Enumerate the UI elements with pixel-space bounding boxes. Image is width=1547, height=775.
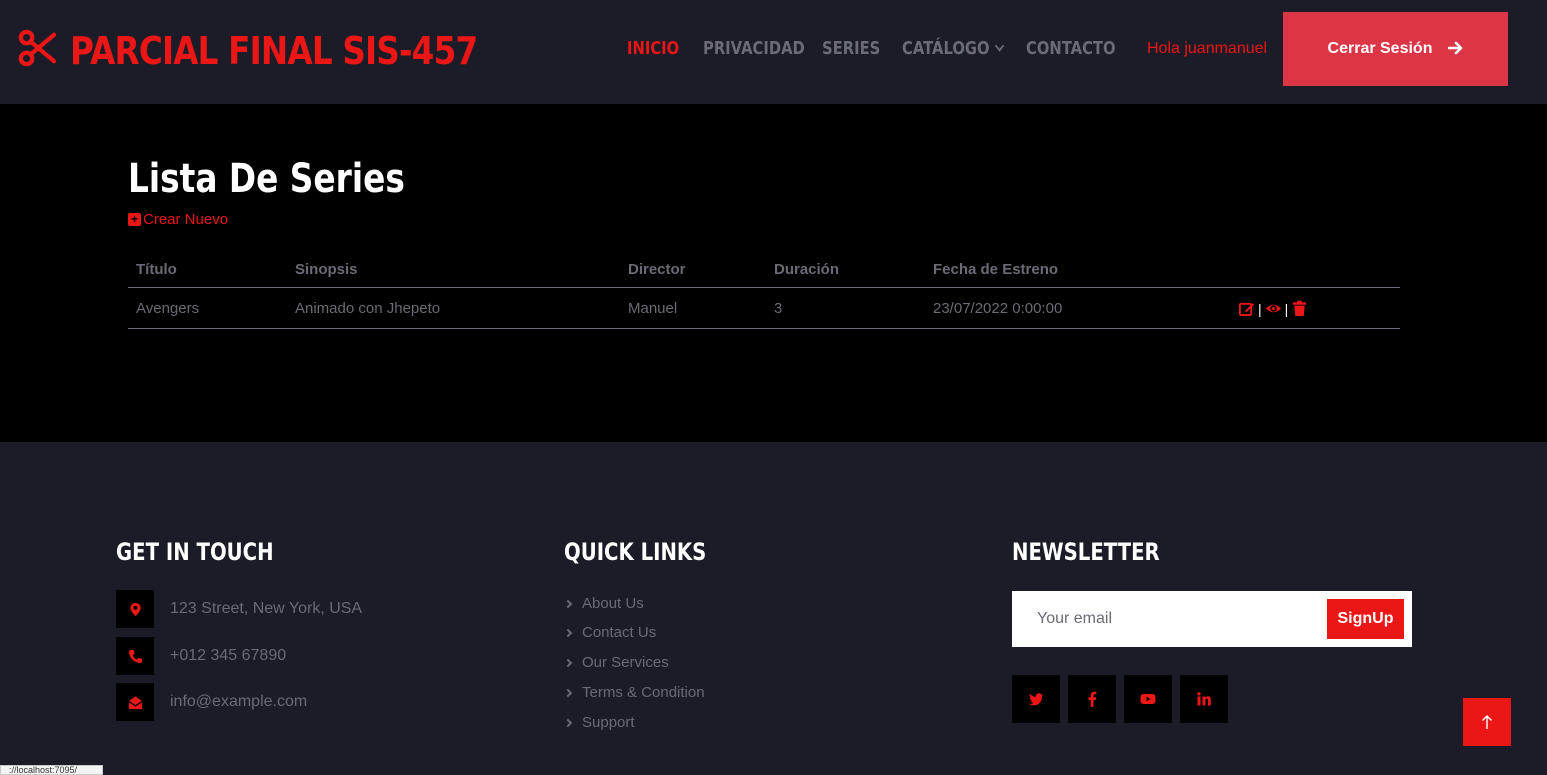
trash-icon[interactable] — [1291, 300, 1308, 317]
status-bar-url: ://localhost:7095/ — [0, 765, 103, 775]
quick-link-about-us[interactable]: About Us — [563, 595, 644, 612]
plus-square-icon: + — [128, 213, 141, 226]
eye-icon[interactable] — [1265, 300, 1282, 317]
quick-link-label: Terms & Condition — [582, 684, 705, 701]
cell-titulo: Avengers — [136, 300, 200, 317]
nav-item-series[interactable]: SERIES — [822, 38, 880, 59]
chevron-right-icon — [563, 718, 573, 727]
cell-director: Manuel — [628, 300, 678, 317]
quick-link-label: Our Services — [582, 654, 669, 671]
edit-icon[interactable] — [1238, 300, 1255, 317]
footer-heading-contact: GET IN TOUCH — [116, 538, 274, 566]
back-to-top-button[interactable] — [1463, 698, 1511, 746]
logout-button[interactable]: Cerrar Sesión — [1283, 12, 1508, 86]
nav-item-inicio[interactable]: INICIO — [627, 38, 679, 59]
footer-heading-quick-links: QUICK LINKS — [564, 538, 707, 566]
column-header-sinopsis: Sinopsis — [295, 261, 358, 278]
cell-sinopsis: Animado con Jhepeto — [295, 300, 441, 317]
page-title: Lista De Series — [128, 156, 405, 202]
logout-label: Cerrar Sesión — [1327, 40, 1433, 57]
quick-link-label: Contact Us — [582, 624, 657, 641]
newsletter-signup-button[interactable]: SignUp — [1327, 599, 1404, 639]
scissors-icon — [18, 28, 57, 73]
column-header-titulo: Título — [136, 261, 177, 278]
column-header-duracion: Duración — [774, 261, 840, 278]
footer-heading-newsletter: NEWSLETTER — [1012, 538, 1160, 566]
address-text: 123 Street, New York, USA — [170, 600, 363, 617]
chevron-down-icon — [994, 40, 1005, 52]
chevron-right-icon — [563, 658, 573, 667]
action-separator: | — [1284, 300, 1289, 317]
quick-link-label: Support — [582, 714, 635, 731]
contact-phone: +012 345 67890 — [116, 637, 286, 675]
quick-link-terms[interactable]: Terms & Condition — [563, 684, 705, 701]
brand-title: PARCIAL FINAL SIS-457 — [70, 28, 478, 73]
twitter-icon[interactable] — [1012, 675, 1060, 723]
linkedin-icon[interactable] — [1180, 675, 1228, 723]
envelope-open-icon — [116, 683, 154, 721]
main-content: Lista De Series + Crear Nuevo Título Sin… — [0, 104, 1547, 442]
table-row: Avengers Animado con Jhepeto Manuel 3 23… — [128, 288, 1400, 329]
cell-duracion: 3 — [774, 300, 783, 317]
chevron-right-icon — [563, 599, 573, 608]
arrow-right-icon — [1448, 38, 1463, 61]
quick-link-support[interactable]: Support — [563, 714, 635, 731]
phone-icon — [116, 637, 154, 675]
column-header-director: Director — [628, 261, 686, 278]
phone-text: +012 345 67890 — [170, 647, 287, 664]
nav-item-catalogo-label: CATÁLOGO — [902, 38, 990, 59]
arrow-up-icon — [1482, 715, 1492, 729]
newsletter-email-input[interactable] — [1012, 591, 1322, 647]
chevron-right-icon — [563, 628, 573, 637]
brand[interactable]: PARCIAL FINAL SIS-457 — [18, 28, 544, 73]
nav-item-catalogo[interactable]: CATÁLOGO — [902, 38, 1005, 59]
map-marker-icon — [116, 590, 154, 628]
facebook-icon[interactable] — [1068, 675, 1116, 723]
table-header: Título Sinopsis Director Duración Fecha … — [128, 254, 1400, 288]
newsletter-form: SignUp — [1012, 591, 1412, 647]
chevron-right-icon — [563, 688, 573, 697]
quick-link-label: About Us — [582, 595, 644, 612]
cell-fecha-estreno: 23/07/2022 0:00:00 — [933, 300, 1063, 317]
action-separator: | — [1258, 300, 1262, 317]
footer: GET IN TOUCH 123 Street, New York, USA +… — [0, 442, 1547, 775]
create-new-label: Crear Nuevo — [143, 211, 229, 228]
contact-address: 123 Street, New York, USA — [116, 590, 362, 628]
row-actions: | | — [1238, 300, 1308, 317]
create-new-link[interactable]: + Crear Nuevo — [128, 211, 228, 228]
email-text: info@example.com — [170, 693, 308, 710]
column-header-fecha-estreno: Fecha de Estreno — [933, 261, 1059, 278]
contact-email: info@example.com — [116, 683, 307, 721]
series-table: Título Sinopsis Director Duración Fecha … — [128, 254, 1400, 329]
user-greeting: Hola juanmanuel — [1147, 40, 1268, 57]
nav-item-contacto[interactable]: CONTACTO — [1026, 38, 1116, 59]
nav-item-privacidad[interactable]: PRIVACIDAD — [703, 38, 805, 59]
navbar: PARCIAL FINAL SIS-457 INICIO PRIVACIDAD … — [0, 0, 1547, 104]
quick-link-contact-us[interactable]: Contact Us — [563, 624, 657, 641]
quick-link-our-services[interactable]: Our Services — [563, 654, 669, 671]
youtube-icon[interactable] — [1124, 675, 1172, 723]
